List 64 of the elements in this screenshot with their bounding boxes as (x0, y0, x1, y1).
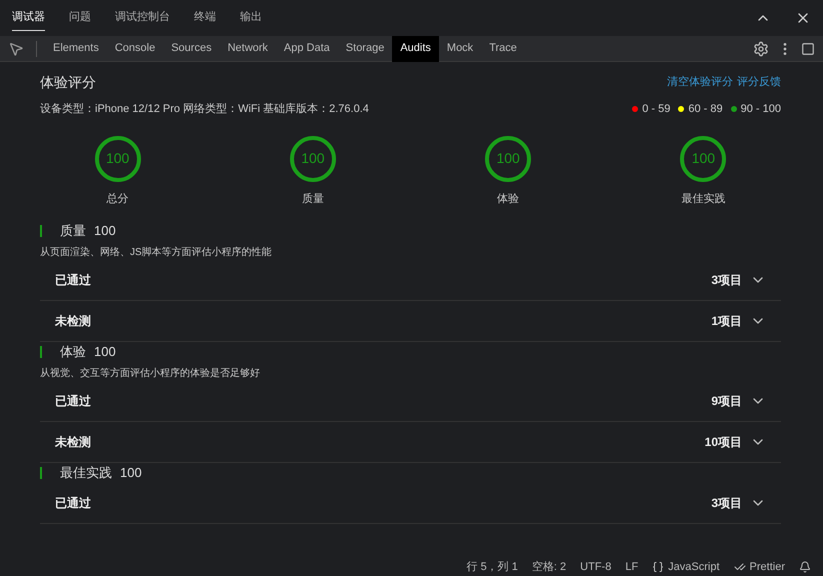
group-label: 已通过 (55, 393, 91, 410)
section-heading: 体验 100 (60, 343, 116, 362)
encoding[interactable]: UTF-8 (580, 558, 612, 576)
score-label: 体验 (497, 192, 520, 206)
dock-icon[interactable] (801, 42, 815, 56)
score-label: 最佳实践 (681, 192, 726, 206)
legend-label: 0 - 59 (642, 102, 670, 117)
score-label: 质量 (302, 192, 324, 206)
group-label: 未检测 (55, 434, 91, 451)
devtools-tab[interactable]: Mock (438, 36, 482, 62)
panel-tab[interactable]: 调试控制台 (115, 5, 170, 31)
indent-setting[interactable]: 空格: 2 (532, 558, 566, 576)
devtools-tab[interactable]: Storage (338, 36, 392, 62)
group-count: 10项目 (704, 434, 742, 451)
score-gauge: 100 (485, 136, 532, 182)
settings-icon[interactable] (753, 40, 769, 56)
score-gauge: 100 (290, 136, 336, 182)
inspect-icon[interactable] (8, 40, 24, 56)
device-info: 设备类型：iPhone 12/12 Pro 网络类型：WiFi 基础库版本：2.76.0.4 (40, 102, 369, 117)
legend-label: 90 - 100 (740, 102, 781, 117)
result-group-row[interactable]: 已通过 3项目 (40, 483, 781, 524)
audit-title: 体验评分 (40, 73, 96, 92)
score-gauge: 100 (94, 136, 141, 182)
panel-tab[interactable]: 调试器 (12, 5, 45, 31)
group-label: 已通过 (55, 272, 91, 289)
devtools-tab[interactable]: Sources (163, 36, 220, 62)
devtools-tab[interactable]: Elements (45, 36, 107, 62)
language-mode[interactable]: JavaScript (668, 558, 720, 576)
cursor-position[interactable]: 行 5，列 1 (466, 558, 518, 576)
group-label: 已通过 (55, 495, 91, 512)
audit-link[interactable]: 清空体验评分 (667, 74, 733, 91)
bell-icon[interactable] (799, 561, 811, 573)
result-group-row[interactable]: 未检测 10项目 (40, 422, 781, 463)
section-marker (40, 225, 42, 237)
section-description: 从页面渲染、网络、JS脚本等方面评估小程序的性能 (40, 246, 273, 260)
section-heading: 最佳实践 100 (60, 464, 142, 482)
formatter[interactable]: Prettier (750, 558, 785, 576)
result-group-row[interactable]: 未检测 1项目 (40, 301, 781, 342)
panel-tab[interactable]: 输出 (240, 5, 262, 31)
group-count: 3项目 (711, 272, 742, 289)
line-ending[interactable]: LF (625, 558, 638, 576)
group-label: 未检测 (55, 313, 91, 330)
panel-tab[interactable]: 终端 (194, 5, 216, 31)
panel-tab[interactable]: 问题 (69, 5, 91, 31)
group-count: 3项目 (711, 495, 742, 512)
result-group-row[interactable]: 已通过 3项目 (40, 260, 781, 301)
score-gauge: 100 (680, 136, 726, 182)
section-heading: 质量 100 (60, 222, 116, 240)
devtools-tab[interactable]: App Data (276, 36, 338, 62)
double-check-icon (734, 561, 746, 573)
devtools-tab[interactable]: Console (106, 36, 164, 62)
section-marker (40, 467, 42, 479)
devtools-tab[interactable]: Trace (481, 36, 525, 62)
braces-icon (652, 561, 664, 573)
section-marker (40, 346, 42, 358)
group-count: 9项目 (711, 393, 742, 410)
group-count: 1项目 (711, 313, 742, 330)
devtools-tab[interactable]: Audits (392, 36, 439, 62)
legend-label: 60 - 89 (688, 102, 723, 117)
audit-link[interactable]: 评分反馈 (737, 74, 781, 91)
section-description: 从视觉、交互等方面评估小程序的体验是否足够好 (40, 366, 261, 381)
result-group-row[interactable]: 已通过 9项目 (40, 381, 781, 422)
devtools-tab[interactable]: Network (220, 36, 276, 62)
score-label: 总分 (106, 192, 129, 206)
